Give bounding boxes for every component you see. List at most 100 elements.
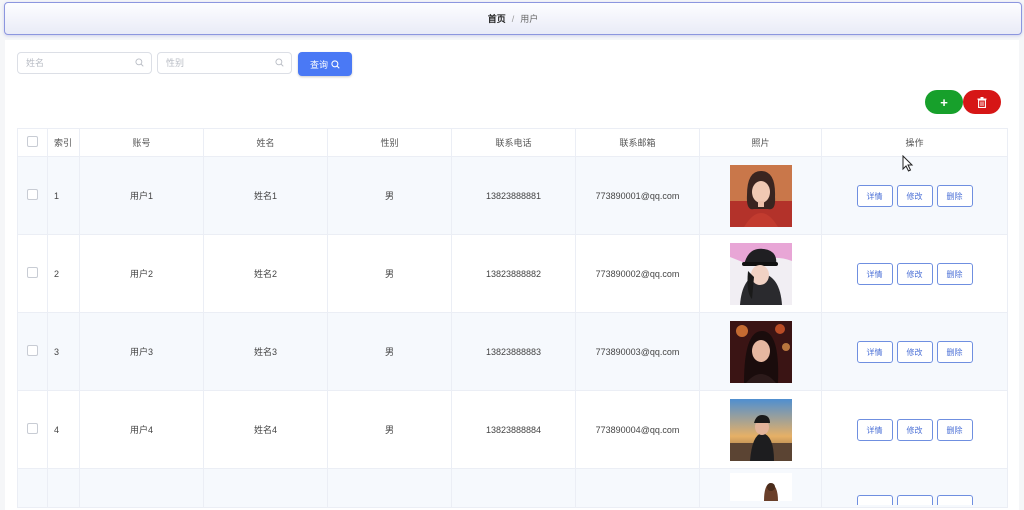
header-index: 索引	[47, 128, 80, 157]
trash-icon	[977, 96, 987, 108]
row-checkbox[interactable]	[27, 423, 38, 434]
cell-name: 姓名3	[203, 312, 328, 391]
delete-button[interactable]: 删除	[936, 262, 973, 285]
cell-gender: 男	[327, 234, 452, 313]
row-checkbox-cell	[17, 312, 48, 391]
cell-actions: 详情 修改 删除	[821, 312, 1008, 391]
table-row: 1 用户1 姓名1 男 13823888881 773890001@qq.com	[17, 156, 1008, 235]
main-panel: 查询 + 索引 账号 姓名 性别	[5, 40, 1019, 510]
cell-name: 姓名2	[203, 234, 328, 313]
cell-email: 773890002@qq.com	[575, 234, 700, 313]
row-checkbox[interactable]	[27, 189, 38, 200]
gender-search-input[interactable]	[158, 53, 274, 73]
cell-email: 773890001@qq.com	[575, 156, 700, 235]
user-photo[interactable]	[729, 320, 792, 383]
select-all-checkbox[interactable]	[27, 136, 38, 147]
edit-button[interactable]: 修改	[896, 340, 933, 363]
table-row	[17, 468, 1008, 508]
cell-name: 姓名4	[203, 390, 328, 469]
header-name: 姓名	[203, 128, 328, 157]
breadcrumb-separator: /	[511, 13, 515, 24]
delete-button[interactable]: 删除	[936, 418, 973, 441]
cell-index	[47, 468, 80, 508]
search-icon	[135, 58, 144, 67]
cell-actions: 详情 修改 删除	[821, 234, 1008, 313]
row-checkbox-cell	[17, 390, 48, 469]
cell-gender: 男	[327, 312, 452, 391]
mouse-cursor-icon	[902, 155, 914, 172]
user-table: 索引 账号 姓名 性别 联系电话 联系邮箱 照片 操作 1 用户1 姓名1 男 …	[17, 128, 1008, 508]
header-gender: 性别	[327, 128, 452, 157]
cell-index: 4	[47, 390, 80, 469]
name-search-box	[17, 52, 152, 74]
cell-phone: 13823888883	[451, 312, 576, 391]
cell-phone	[451, 468, 576, 508]
cell-index: 2	[47, 234, 80, 313]
detail-button[interactable]: 详情	[856, 340, 893, 363]
cell-phone: 13823888881	[451, 156, 576, 235]
cell-actions: 详情 修改 删除	[821, 390, 1008, 469]
detail-button[interactable]	[856, 495, 893, 505]
edit-button[interactable]: 修改	[896, 418, 933, 441]
table-row: 4 用户4 姓名4 男 13823888884 773890004@qq.com	[17, 390, 1008, 469]
header-photo: 照片	[699, 128, 822, 157]
select-all-cell[interactable]	[17, 128, 48, 157]
search-icon	[275, 58, 284, 67]
cell-gender: 男	[327, 156, 452, 235]
table-row: 3 用户3 姓名3 男 13823888883 773890003@qq.com	[17, 312, 1008, 391]
cell-photo	[699, 156, 822, 235]
detail-button[interactable]: 详情	[856, 184, 893, 207]
name-search-input[interactable]	[18, 53, 134, 73]
user-photo[interactable]	[729, 242, 792, 305]
delete-button[interactable]	[936, 495, 973, 505]
cell-account: 用户3	[79, 312, 204, 391]
cell-account: 用户4	[79, 390, 204, 469]
user-photo[interactable]	[729, 398, 792, 461]
cell-account	[79, 468, 204, 508]
cell-email: 773890004@qq.com	[575, 390, 700, 469]
cell-account: 用户1	[79, 156, 204, 235]
plus-icon: +	[940, 94, 948, 110]
table-row: 2 用户2 姓名2 男 13823888882 773890002@qq.com	[17, 234, 1008, 313]
cell-photo	[699, 234, 822, 313]
edit-button[interactable]	[896, 495, 933, 505]
cell-actions: 详情 修改 删除	[821, 156, 1008, 235]
detail-button[interactable]: 详情	[856, 418, 893, 441]
cell-photo	[699, 390, 822, 469]
add-button[interactable]: +	[925, 90, 963, 114]
cell-index: 3	[47, 312, 80, 391]
cell-email: 773890003@qq.com	[575, 312, 700, 391]
breadcrumb: 首页 / 用户	[4, 2, 1022, 35]
cell-gender	[327, 468, 452, 508]
detail-button[interactable]: 详情	[856, 262, 893, 285]
breadcrumb-home[interactable]: 首页	[488, 12, 506, 25]
cell-account: 用户2	[79, 234, 204, 313]
cell-phone: 13823888884	[451, 390, 576, 469]
row-checkbox[interactable]	[27, 267, 38, 278]
header-account: 账号	[79, 128, 204, 157]
header-email: 联系邮箱	[575, 128, 700, 157]
user-photo[interactable]	[729, 473, 792, 501]
query-button[interactable]: 查询	[298, 52, 352, 76]
batch-delete-button[interactable]	[963, 90, 1001, 114]
table-header-row: 索引 账号 姓名 性别 联系电话 联系邮箱 照片 操作	[17, 128, 1008, 157]
breadcrumb-current: 用户	[520, 14, 539, 24]
gender-search-box	[157, 52, 292, 74]
row-checkbox-cell	[17, 234, 48, 313]
row-checkbox-cell	[17, 156, 48, 235]
cell-photo	[699, 312, 822, 391]
query-button-label: 查询	[309, 59, 328, 70]
delete-button[interactable]: 删除	[936, 340, 973, 363]
edit-button[interactable]: 修改	[896, 262, 933, 285]
search-icon	[331, 59, 340, 69]
row-checkbox[interactable]	[27, 345, 38, 356]
cell-phone: 13823888882	[451, 234, 576, 313]
row-checkbox-cell	[17, 468, 48, 508]
cell-photo	[699, 468, 822, 508]
edit-button[interactable]: 修改	[896, 184, 933, 207]
header-phone: 联系电话	[451, 128, 576, 157]
cell-name: 姓名1	[203, 156, 328, 235]
delete-button[interactable]: 删除	[936, 184, 973, 207]
user-photo[interactable]	[729, 164, 792, 227]
header-actions: 操作	[821, 128, 1008, 157]
